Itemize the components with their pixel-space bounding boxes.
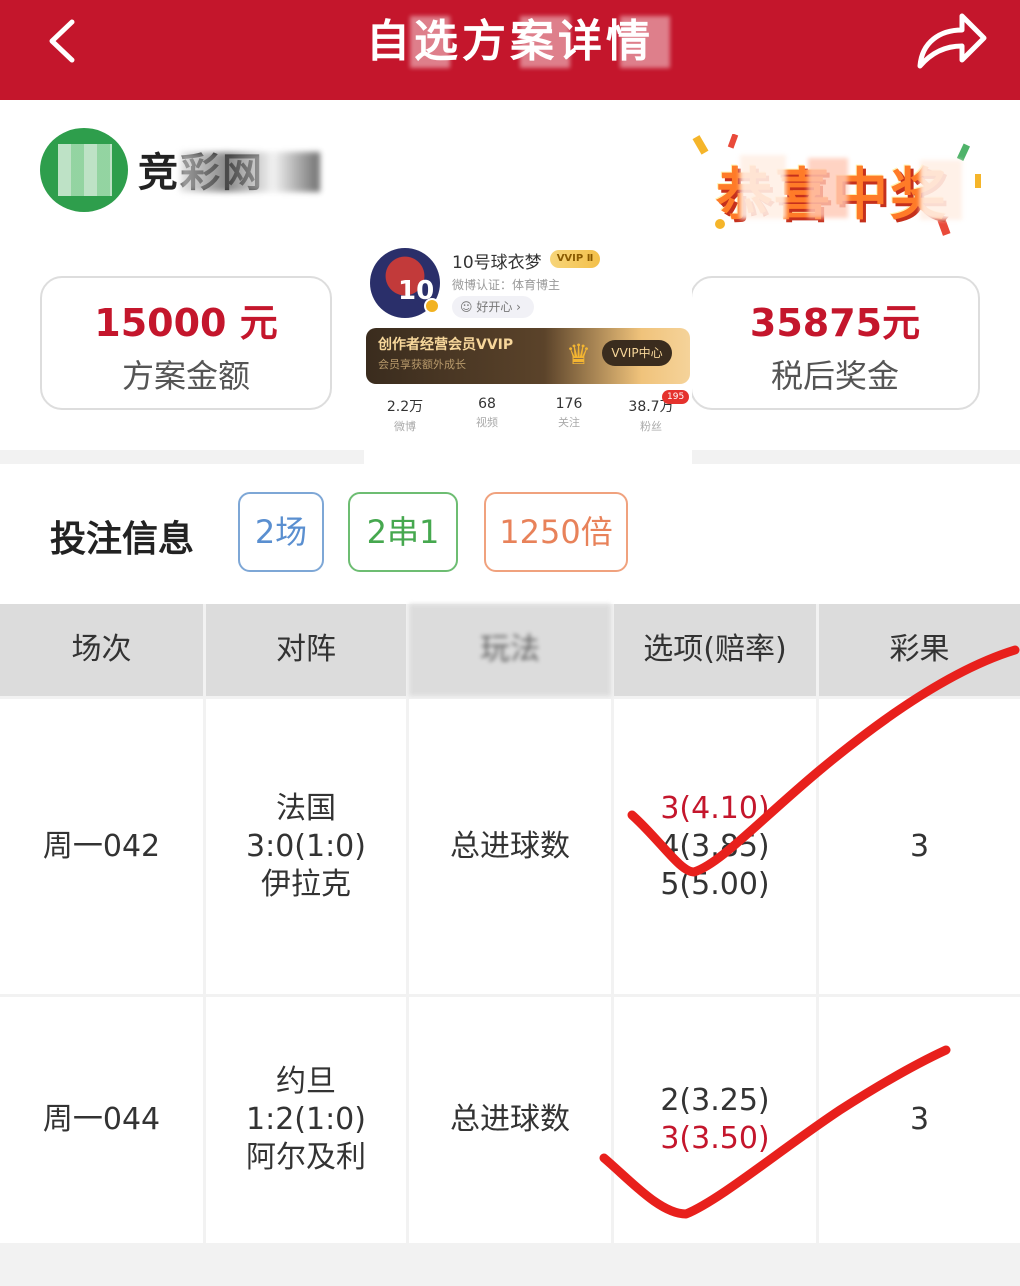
redaction-blur — [410, 16, 450, 68]
away-team: 阿尔及利 — [246, 1140, 366, 1175]
plan-amount-label: 方案金额 — [121, 357, 250, 395]
parlay-type-tag: 2串1 — [348, 492, 458, 572]
match-score: 3:0(1:0) — [246, 828, 366, 864]
redaction-blur — [520, 16, 570, 68]
table-cell-matchup: 法国 3:0(1:0) 伊拉克 — [206, 699, 406, 994]
result-value: 3 — [909, 828, 930, 864]
stat-weibo[interactable]: 2.2万 微博 — [364, 396, 446, 434]
stat-video[interactable]: 68 视频 — [446, 396, 528, 434]
redaction-mosaic — [58, 144, 112, 196]
stat-number: 176 — [555, 396, 583, 412]
column-header-match-no: 场次 — [0, 604, 203, 696]
column-header-result: 彩果 — [819, 604, 1020, 696]
fans-count-badge: 195 — [662, 390, 690, 404]
prize-amount: 35875元 — [749, 301, 921, 345]
column-header-options: 选项(赔率) — [614, 604, 816, 696]
option: 2(3.25) — [660, 1083, 770, 1118]
profile-certification: 微博认证：体育博主 — [452, 278, 561, 292]
redaction-blur — [620, 16, 670, 68]
vip-banner-subtitle: 会员享获额外成长 — [378, 358, 466, 371]
home-team: 法国 — [276, 790, 336, 826]
prize-amount-label: 税后奖金 — [770, 357, 899, 395]
match-score: 1:2(1:0) — [246, 1102, 366, 1137]
table-cell-match-no: 周一042 — [0, 699, 203, 994]
plan-summary-card: 竞彩网 恭喜中奖 15000 元 方案金额 35875元 税后奖金 10 10号… — [0, 100, 1020, 526]
share-icon[interactable] — [912, 8, 990, 74]
profile-stats: 2.2万 微博 68 视频 176 关注 38.7万 粉丝 — [364, 396, 692, 434]
table-cell-play-type: 总进球数 — [409, 997, 611, 1243]
verified-icon — [424, 298, 440, 314]
option-hit: 3(4.10) — [660, 790, 770, 826]
table-cell-options: 2(3.25) 3(3.50) — [614, 997, 816, 1243]
mood-status[interactable]: ☺ 好开心 › — [452, 296, 534, 318]
vip-banner-title: 创作者经营会员VVIP — [378, 337, 514, 353]
redaction-blur — [920, 160, 962, 220]
stat-following[interactable]: 176 关注 — [528, 396, 610, 434]
column-header-play-type: 玩法 — [409, 604, 611, 696]
top-bar: 自选方案详情 — [0, 0, 1020, 100]
redaction-blur — [740, 155, 786, 219]
away-team: 伊拉克 — [261, 866, 351, 902]
redaction-blur — [808, 158, 848, 218]
vip-banner[interactable]: 创作者经营会员VVIP 会员享获额外成长 ♛ VVIP中心 — [366, 328, 690, 384]
match-number: 周一042 — [42, 828, 161, 864]
column-header-matchup: 对阵 — [206, 604, 406, 696]
play-type: 总进球数 — [450, 828, 570, 864]
chevron-left-icon[interactable] — [40, 16, 90, 66]
stat-label: 微博 — [394, 420, 416, 433]
prize-amount-box: 35875元 税后奖金 — [690, 276, 980, 410]
multiplier-tag: 1250倍 — [484, 492, 628, 572]
result-value: 3 — [909, 1102, 930, 1137]
bet-info-section: 投注信息 2场 2串1 1250倍 — [0, 464, 1020, 604]
home-team: 约旦 — [276, 1064, 336, 1099]
redaction-blur — [180, 152, 320, 192]
table-cell-match-no: 周一044 — [0, 997, 203, 1243]
stat-number: 2.2万 — [386, 399, 424, 415]
table-cell-options: 3(4.10) 4(3.85) 5(5.00) — [614, 699, 816, 994]
crown-icon: ♛ — [566, 338, 592, 371]
plan-amount: 15000 元 — [94, 301, 278, 345]
stat-number: 68 — [478, 396, 496, 412]
play-type: 总进球数 — [450, 1102, 570, 1137]
option-hit: 3(3.50) — [660, 1121, 770, 1156]
page-title: 自选方案详情 — [366, 16, 654, 67]
option: 4(3.85) — [660, 828, 770, 864]
profile-name[interactable]: 10号球衣梦 — [452, 248, 542, 273]
table-cell-result: 3 — [819, 699, 1020, 994]
vip-tag: VVIP Ⅱ — [550, 250, 600, 268]
stat-label: 关注 — [558, 416, 580, 429]
table-cell-play-type: 总进球数 — [409, 699, 611, 994]
option: 5(5.00) — [660, 866, 770, 902]
stat-label: 粉丝 — [640, 420, 662, 433]
bet-info-title: 投注信息 — [50, 519, 195, 560]
plan-amount-box: 15000 元 方案金额 — [40, 276, 332, 410]
table-cell-result: 3 — [819, 997, 1020, 1243]
match-number: 周一044 — [42, 1102, 161, 1137]
stat-label: 视频 — [476, 416, 498, 429]
match-count-tag: 2场 — [238, 492, 324, 572]
table-cell-matchup: 约旦 1:2(1:0) 阿尔及利 — [206, 997, 406, 1243]
vip-center-button[interactable]: VVIP中心 — [602, 340, 672, 366]
